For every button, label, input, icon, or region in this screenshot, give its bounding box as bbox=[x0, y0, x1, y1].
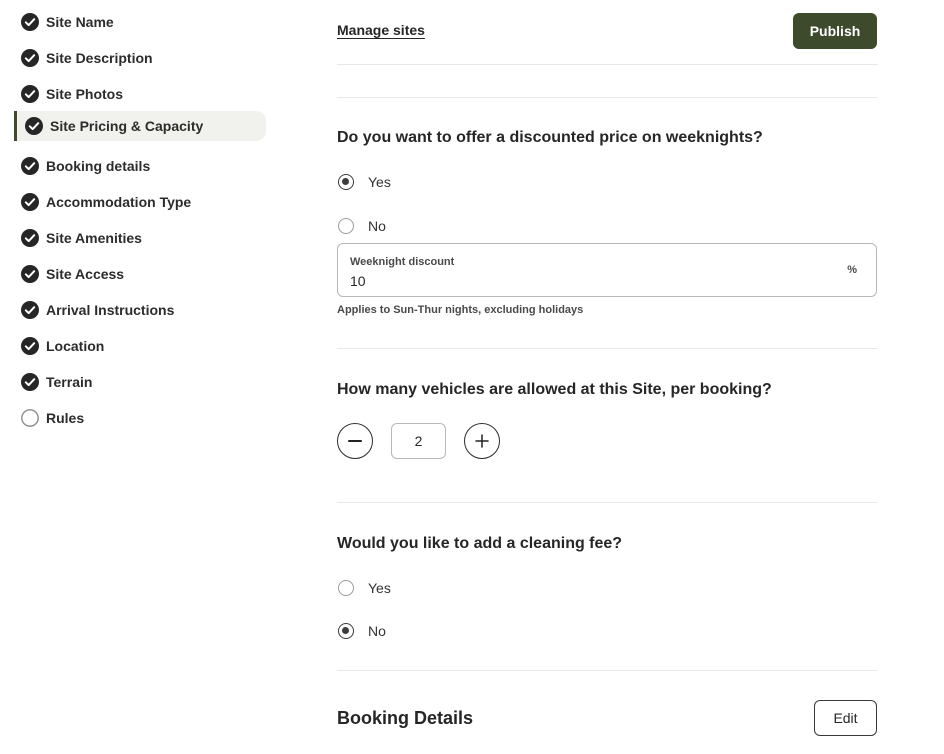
vehicle-count-input[interactable]: 2 bbox=[391, 423, 446, 459]
weeknight-hint: Applies to Sun-Thur nights, excluding ho… bbox=[337, 304, 584, 316]
check-circle-icon bbox=[21, 373, 39, 391]
sidebar-item-label: Site Pricing & Capacity bbox=[50, 118, 204, 134]
sidebar-item-arrival-instructions[interactable]: Arrival Instructions bbox=[14, 295, 174, 325]
divider bbox=[337, 97, 878, 98]
sidebar-item-site-access[interactable]: Site Access bbox=[14, 259, 124, 289]
cleaning-yes-radio[interactable]: Yes bbox=[338, 578, 391, 598]
check-circle-icon bbox=[21, 301, 39, 319]
sidebar-item-site-photos[interactable]: Site Photos bbox=[14, 79, 123, 109]
increment-button[interactable] bbox=[464, 423, 500, 459]
check-circle-icon bbox=[21, 229, 39, 247]
manage-sites-link[interactable]: Manage sites bbox=[337, 22, 425, 38]
weeknight-discount-question: Do you want to offer a discounted price … bbox=[337, 129, 763, 146]
divider bbox=[337, 670, 878, 671]
check-circle-icon bbox=[25, 117, 43, 135]
weeknight-yes-radio[interactable]: Yes bbox=[338, 172, 391, 192]
weeknight-discount-input[interactable]: 10 bbox=[350, 273, 366, 289]
sidebar-item-accommodation-type[interactable]: Accommodation Type bbox=[14, 187, 191, 217]
sidebar-item-label: Accommodation Type bbox=[46, 194, 192, 210]
sidebar-item-site-amenities[interactable]: Site Amenities bbox=[14, 223, 142, 253]
percent-suffix: % bbox=[847, 264, 857, 276]
sidebar-item-rules[interactable]: Rules bbox=[14, 403, 84, 433]
sidebar-item-label: Site Name bbox=[46, 14, 114, 30]
weeknight-discount-field[interactable]: Weeknight discount 10 % bbox=[337, 243, 877, 297]
weeknight-no-radio[interactable]: No bbox=[338, 216, 386, 236]
check-circle-icon bbox=[21, 193, 39, 211]
sidebar-item-label: Terrain bbox=[46, 374, 93, 390]
cleaning-fee-question: Would you like to add a cleaning fee? bbox=[337, 535, 623, 552]
sidebar-item-site-description[interactable]: Site Description bbox=[14, 43, 153, 73]
radio-unselected-icon bbox=[338, 580, 354, 596]
field-label: Weeknight discount bbox=[350, 256, 455, 268]
check-circle-icon bbox=[21, 265, 39, 283]
sidebar-item-label: Arrival Instructions bbox=[46, 302, 175, 318]
radio-label: Yes bbox=[368, 580, 391, 596]
check-circle-icon bbox=[21, 85, 39, 103]
minus-icon bbox=[348, 440, 362, 442]
sidebar-item-booking-details[interactable]: Booking details bbox=[14, 151, 150, 181]
vehicles-question: How many vehicles are allowed at this Si… bbox=[337, 381, 772, 398]
sidebar-item-site-name[interactable]: Site Name bbox=[14, 7, 114, 37]
edit-button[interactable]: Edit bbox=[814, 700, 877, 736]
sidebar-item-site-pricing-capacity[interactable]: Site Pricing & Capacity bbox=[14, 111, 266, 141]
radio-label: Yes bbox=[368, 174, 391, 190]
plus-icon bbox=[475, 434, 489, 448]
empty-circle-icon bbox=[21, 409, 39, 427]
sidebar-item-label: Site Amenities bbox=[46, 230, 142, 246]
radio-unselected-icon bbox=[338, 218, 354, 234]
divider bbox=[337, 64, 878, 65]
radio-label: No bbox=[368, 218, 386, 234]
sidebar-item-label: Booking details bbox=[46, 158, 151, 174]
divider bbox=[337, 348, 878, 349]
decrement-button[interactable] bbox=[337, 423, 373, 459]
check-circle-icon bbox=[21, 157, 39, 175]
check-circle-icon bbox=[21, 337, 39, 355]
sidebar-item-label: Rules bbox=[46, 410, 85, 426]
radio-selected-icon bbox=[338, 623, 354, 639]
sidebar-item-label: Site Description bbox=[46, 50, 153, 66]
divider bbox=[337, 502, 878, 503]
sidebar-item-label: Site Access bbox=[46, 266, 125, 282]
sidebar-item-label: Site Photos bbox=[46, 86, 124, 102]
check-circle-icon bbox=[21, 49, 39, 67]
check-circle-icon bbox=[21, 13, 39, 31]
radio-label: No bbox=[368, 623, 386, 639]
sidebar-item-label: Location bbox=[46, 338, 105, 354]
sidebar-item-terrain[interactable]: Terrain bbox=[14, 367, 92, 397]
booking-details-title: Booking Details bbox=[337, 708, 474, 728]
cleaning-no-radio[interactable]: No bbox=[338, 621, 386, 641]
radio-selected-icon bbox=[338, 174, 354, 190]
sidebar-item-location[interactable]: Location bbox=[14, 331, 104, 361]
publish-button[interactable]: Publish bbox=[793, 13, 877, 49]
